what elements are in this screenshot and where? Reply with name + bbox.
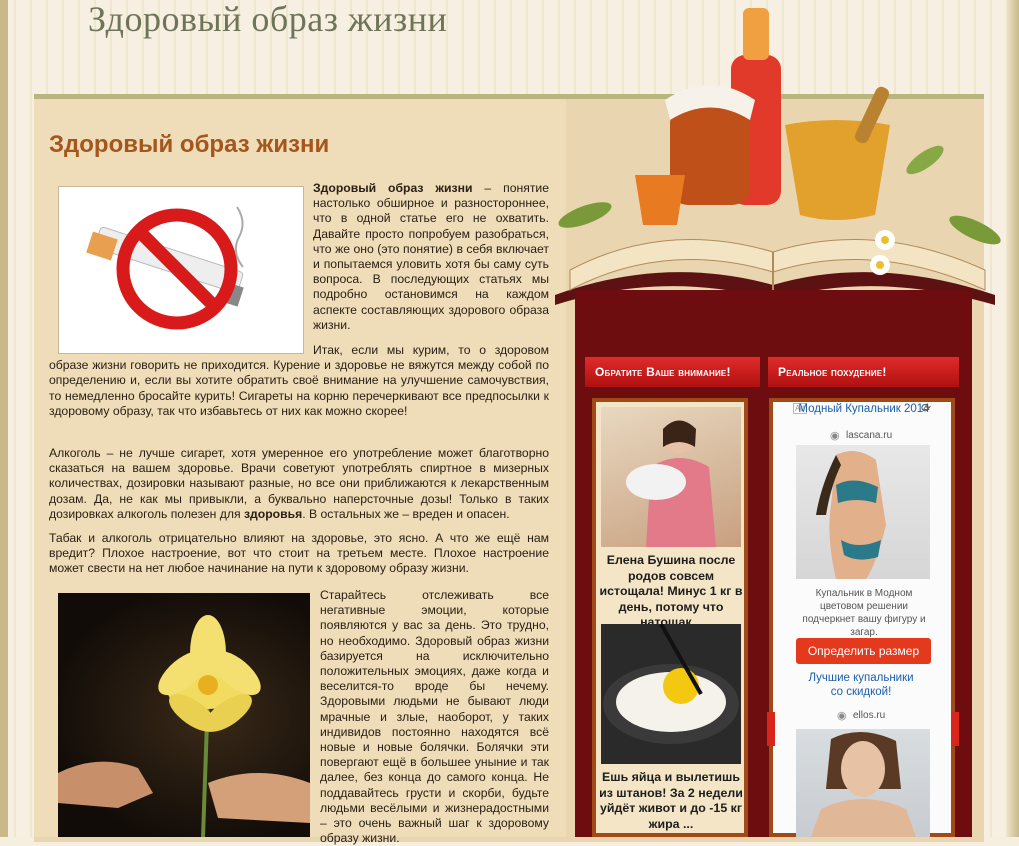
verified-icon: ◉ [830, 430, 840, 442]
paragraph-alcohol: Алкоголь – не лучше сигарет, хотя умерен… [49, 446, 549, 522]
sidebar-accent [951, 712, 959, 746]
news-image-woman[interactable] [601, 407, 741, 547]
sidebar-accent [767, 712, 775, 746]
tab-attention[interactable]: Обратите Ваше внимание! [585, 357, 760, 387]
no-smoking-image [58, 186, 304, 354]
bold-link[interactable]: здоровья [244, 507, 302, 521]
ad-title[interactable]: Лучшие купальники со скидкой! [806, 672, 916, 699]
ad-domain[interactable]: lascana.ru [846, 430, 892, 441]
flower-image [58, 593, 310, 838]
verified-icon: ◉ [837, 710, 847, 722]
tab-weight-loss[interactable]: Реальное похудение! [768, 357, 959, 387]
paragraph-text: Табак и алкоголь отрицательно влияют на … [49, 531, 549, 576]
news-title[interactable]: Ешь яйца и вылетишь из штанов! За 2 неде… [597, 770, 745, 832]
ad-image-model[interactable] [796, 729, 930, 837]
ad-title[interactable]: Модный Купальник 2014 [792, 403, 936, 415]
article-term: Здоровый образ жизни [313, 181, 473, 195]
paragraph-text: Старайтесь отслеживать все негативные эм… [320, 588, 549, 846]
left-border [0, 0, 8, 837]
paragraph-text: . В остальных же – вреден и опасен. [302, 506, 510, 521]
site-title[interactable]: Здоровый образ жизни [88, 0, 447, 40]
refresh-icon[interactable]: ⟳ [921, 401, 931, 415]
paragraph-text: Итак, если мы курим, то о здоровом образ… [49, 343, 549, 418]
news-title[interactable]: Елена Бушина после родов совсем истощала… [597, 553, 745, 631]
paragraph-emotions: Старайтесь отслеживать все негативные эм… [320, 588, 549, 846]
ad-image-swimsuit[interactable] [796, 445, 930, 579]
determine-size-button[interactable]: Определить размер [796, 638, 931, 664]
article-intro: Здоровый образ жизни – понятие настолько… [313, 181, 549, 333]
mortar-icon [785, 120, 890, 220]
ad-domain[interactable]: ellos.ru [853, 710, 885, 721]
article-heading: Здоровый образ жизни [49, 131, 330, 158]
paragraph-mood: Табак и алкоголь отрицательно влияют на … [49, 531, 549, 577]
ad-description: Купальник в Модном цветовом решении подч… [802, 588, 926, 638]
right-border [1007, 0, 1019, 837]
article-text: – понятие настолько обширное и разностор… [313, 181, 549, 332]
news-image-egg[interactable] [601, 623, 741, 764]
header-illustration [555, 8, 1001, 330]
paragraph-smoking: Итак, если мы курим, то о здоровом образ… [49, 343, 549, 419]
